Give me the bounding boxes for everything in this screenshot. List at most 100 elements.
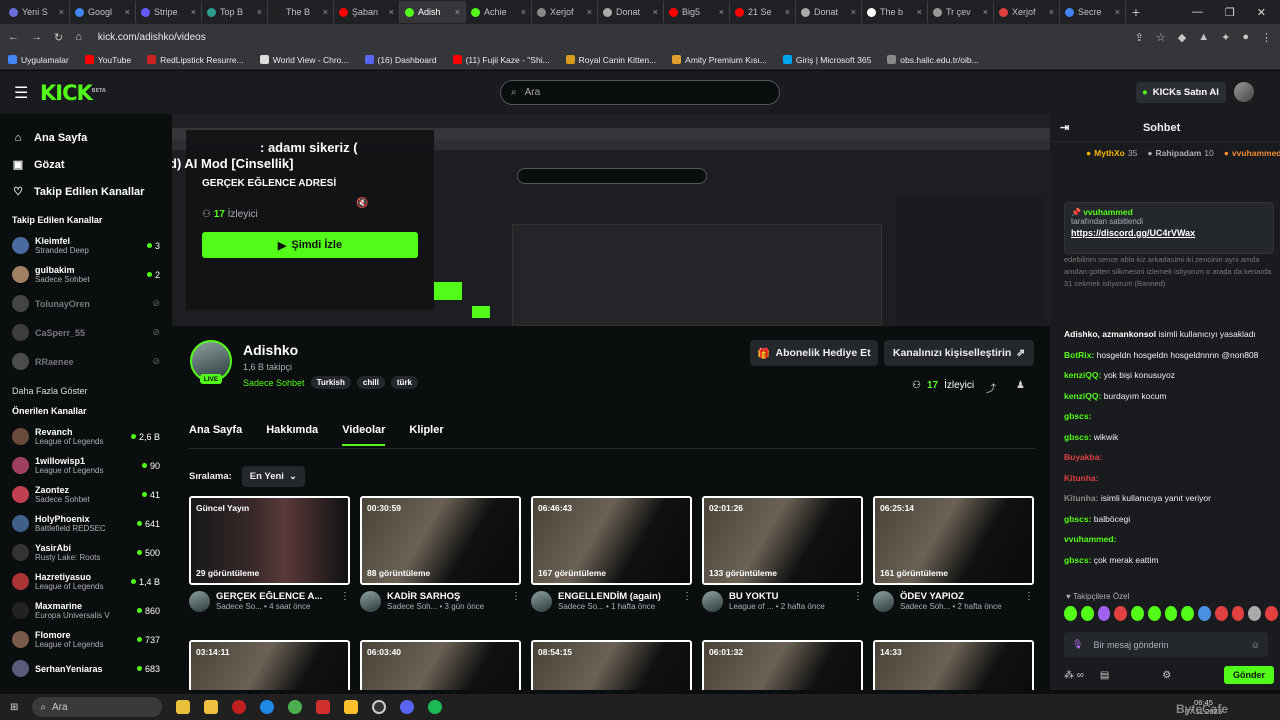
- browser-tab[interactable]: Stripe ×: [136, 1, 202, 23]
- extension-icon[interactable]: ▲: [1198, 31, 1209, 43]
- channel-avatar[interactable]: [531, 591, 552, 612]
- sidebar-nav-item[interactable]: ▣ Gözat: [12, 151, 160, 178]
- emote-icon[interactable]: [1231, 606, 1245, 621]
- tab-videolar[interactable]: Videolar: [342, 424, 386, 446]
- bookmark-item[interactable]: (11) Fujii Kaze - "Shi...: [452, 55, 550, 65]
- video-thumbnail[interactable]: Güncel Yayın 29 görüntüleme: [189, 496, 350, 585]
- close-tab-icon[interactable]: ×: [719, 7, 724, 17]
- back-icon[interactable]: ←: [8, 31, 19, 43]
- tag-chip[interactable]: Turkish: [310, 376, 351, 389]
- more-options-icon[interactable]: ⋮: [1024, 591, 1034, 615]
- settings-gear-icon[interactable]: ⚙: [1162, 670, 1171, 681]
- notes-icon[interactable]: [344, 700, 359, 714]
- browser-tab[interactable]: Donat ×: [796, 1, 862, 23]
- video-title[interactable]: BU YOKTU: [729, 591, 841, 602]
- close-tab-icon[interactable]: ×: [59, 7, 64, 17]
- emote-icon[interactable]: [1114, 606, 1128, 621]
- close-tab-icon[interactable]: ×: [785, 7, 790, 17]
- channel-avatar[interactable]: [189, 591, 210, 612]
- browser-tab[interactable]: Şaban ×: [334, 1, 400, 23]
- maximize-icon[interactable]: ❐: [1225, 6, 1235, 19]
- close-tab-icon[interactable]: ×: [851, 7, 856, 17]
- emote-icon[interactable]: [1265, 606, 1278, 621]
- tag-chip[interactable]: chill: [356, 376, 385, 389]
- leaderboard-entry[interactable]: ● MythXo 35: [1086, 148, 1137, 158]
- spotify-icon[interactable]: [428, 700, 443, 714]
- emote-icon[interactable]: [1147, 606, 1161, 621]
- video-thumbnail[interactable]: 14:33: [873, 640, 1034, 690]
- opera-icon[interactable]: [232, 700, 247, 714]
- video-card[interactable]: 06:01:32: [702, 640, 863, 690]
- browser-tab[interactable]: Xerjof ×: [532, 1, 598, 23]
- video-card[interactable]: Güncel Yayın 29 görüntüleme GERÇEK EĞLENCE…: [189, 496, 350, 615]
- taskbar-search[interactable]: ⌕ Ara: [32, 697, 163, 717]
- video-thumbnail[interactable]: 03:14:11: [189, 640, 350, 690]
- chat-message-input[interactable]: 🎙 Bir mesaj gönderin ☺: [1064, 632, 1268, 657]
- video-thumbnail[interactable]: 06:03:40: [360, 640, 521, 690]
- chat-username[interactable]: vvuhammed:: [1064, 534, 1116, 544]
- close-tab-icon[interactable]: ×: [191, 7, 196, 17]
- emote-icon[interactable]: [1181, 606, 1195, 621]
- chat-username[interactable]: gbscs:: [1064, 514, 1091, 524]
- channel-avatar[interactable]: [702, 591, 723, 612]
- browser-tab[interactable]: Googl ×: [70, 1, 136, 23]
- video-card[interactable]: 00:30:59 88 görüntüleme KADİR SARHOŞ Sadece…: [360, 496, 521, 615]
- search-input[interactable]: ⌕ Ara: [500, 80, 780, 105]
- reload-icon[interactable]: ↻: [54, 31, 63, 44]
- kick-logo[interactable]: KICKBETA: [40, 81, 106, 105]
- video-thumbnail[interactable]: 08:54:15: [531, 640, 692, 690]
- video-thumbnail[interactable]: 00:30:59 88 görüntüleme: [360, 496, 521, 585]
- new-tab-icon[interactable]: +: [1126, 4, 1146, 20]
- video-card[interactable]: 03:14:11: [189, 640, 350, 690]
- suggested-channel[interactable]: Revanch League of Legends 2,6 B: [12, 422, 160, 451]
- pinned-link[interactable]: https://discord.gg/UC4rVWax: [1071, 228, 1267, 238]
- browser-tab[interactable]: Big5 ×: [664, 1, 730, 23]
- more-options-icon[interactable]: ⋮: [682, 591, 692, 615]
- suggested-channel[interactable]: 1willowisp1 League of Legends 90: [12, 451, 160, 480]
- extensions-puzzle-icon[interactable]: ✦: [1221, 31, 1230, 44]
- suggested-channel[interactable]: YasirAbi Rusty Lake: Roots 500: [12, 538, 160, 567]
- sidebar-nav-item[interactable]: ⌂ Ana Sayfa: [12, 124, 160, 151]
- video-title[interactable]: ENGELLENDİM (again): [558, 591, 670, 602]
- chat-username[interactable]: Buyakba:: [1064, 452, 1102, 462]
- emote-icon[interactable]: [1064, 606, 1077, 621]
- follow-icon[interactable]: ♟: [1016, 380, 1025, 391]
- chat-username[interactable]: kenziQQ:: [1064, 370, 1101, 380]
- suggested-channel[interactable]: Maxmarine Europa Universalis V 860: [12, 596, 160, 625]
- video-card[interactable]: 06:46:43 167 görüntüleme ENGELLENDİM (agai…: [531, 496, 692, 615]
- share-icon[interactable]: ⇪: [1135, 31, 1144, 44]
- file-explorer-icon[interactable]: [204, 700, 219, 714]
- close-tab-icon[interactable]: ×: [257, 7, 262, 17]
- close-tab-icon[interactable]: ×: [1115, 7, 1120, 17]
- bookmark-item[interactable]: RedLipstick Resurre...: [147, 55, 244, 65]
- emote-icon[interactable]: [1164, 606, 1178, 621]
- leaderboard-entry[interactable]: ●vvuhammed1: [1224, 148, 1280, 158]
- url-field[interactable]: kick.com/adishko/videos: [98, 32, 1123, 43]
- collapse-chat-icon[interactable]: ⇥: [1060, 121, 1069, 134]
- gift-subscription-button[interactable]: 🎁 Abonelik Hediye Et: [750, 340, 878, 366]
- bookmark-item[interactable]: (16) Dashboard: [364, 55, 437, 65]
- pinned-user[interactable]: vvuhammed: [1083, 207, 1133, 217]
- browser-tab[interactable]: Achie ×: [466, 1, 532, 23]
- user-avatar[interactable]: [1234, 82, 1254, 102]
- show-more-link[interactable]: Daha Fazla Göster: [12, 386, 160, 396]
- points-icon[interactable]: ⁂ ∞: [1064, 670, 1084, 681]
- profile-icon[interactable]: ●: [1242, 31, 1249, 43]
- video-thumbnail[interactable]: 06:46:43 167 görüntüleme: [531, 496, 692, 585]
- microphone-icon[interactable]: 🎙: [1072, 639, 1083, 650]
- close-tab-icon[interactable]: ×: [521, 7, 526, 17]
- customize-channel-button[interactable]: Kanalınızı kişiselleştirin ⇗: [884, 340, 1034, 366]
- buy-kicks-button[interactable]: ● KICKs Satın Al: [1136, 82, 1226, 103]
- obs-icon[interactable]: [372, 700, 387, 714]
- browser-tab[interactable]: Tr çev ×: [928, 1, 994, 23]
- browser-tab[interactable]: The b ×: [862, 1, 928, 23]
- followed-channel[interactable]: CaSperr_55 ⊘: [12, 318, 160, 347]
- browser-tab[interactable]: Adish ×: [400, 1, 466, 23]
- video-card[interactable]: 06:03:40: [360, 640, 521, 690]
- video-title[interactable]: ÖDEV YAPIOZ: [900, 591, 1012, 602]
- chat-username[interactable]: kenziQQ:: [1064, 391, 1101, 401]
- suggested-channel[interactable]: Zaontez Sadece Sohbet 41: [12, 480, 160, 509]
- suggested-channel[interactable]: Flomore League of Legends 737: [12, 625, 160, 654]
- emote-icon[interactable]: [1080, 606, 1094, 621]
- hamburger-menu-icon[interactable]: ☰: [14, 83, 28, 103]
